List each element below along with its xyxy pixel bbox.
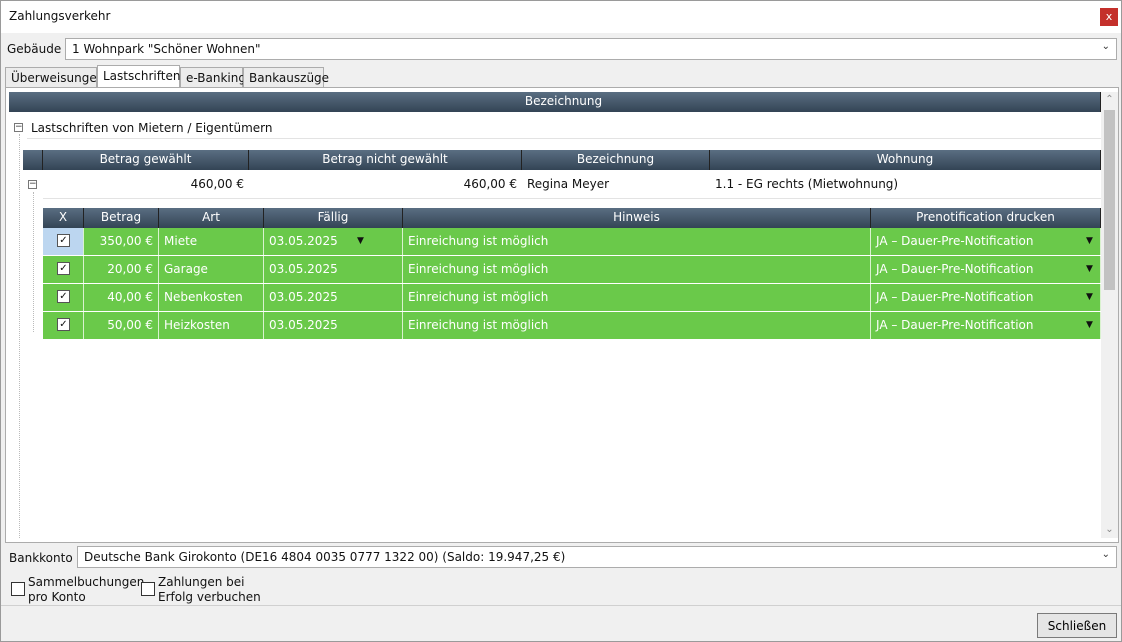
column-header-bezeichnung[interactable]: Bezeichnung [27,92,1101,112]
table-row[interactable]: ✓ 40,00 € Nebenkosten 03.05.2025 Einreic… [43,284,1101,312]
building-value: 1 Wohnpark "Schöner Wohnen" [72,42,261,56]
tenant-divider [43,198,1101,199]
column-header-due[interactable]: Fällig [264,208,403,228]
column-header-prenotification[interactable]: Prenotification drucken [871,208,1101,228]
select-checkbox[interactable]: ✓ [57,262,70,275]
column-header-amount[interactable]: Betrag [84,208,159,228]
chevron-down-icon: ⌄ [1101,549,1110,560]
note-cell[interactable]: Einreichung ist möglich [403,256,871,283]
tenant-name[interactable]: Regina Meyer [522,171,710,197]
tree-line [33,192,34,332]
due-cell[interactable]: 03.05.2025 [264,228,403,255]
building-label: Gebäude [7,42,62,56]
note-cell[interactable]: Einreichung ist möglich [403,284,871,311]
note-cell[interactable]: Einreichung ist möglich [403,228,871,255]
direct-debits-panel: Bezeichnung − Lastschriften von Mietern … [5,87,1119,543]
dropdown-arrow-icon[interactable]: ▼ [1086,284,1093,311]
type-cell[interactable]: Heizkosten [159,312,264,339]
tenant-unit[interactable]: 1.1 - EG rechts (Mietwohnung) [710,171,1101,197]
column-header-note[interactable]: Hinweis [403,208,871,228]
type-cell[interactable]: Garage [159,256,264,283]
tenant-grid-corner [23,150,43,170]
dropdown-arrow-icon[interactable]: ▼ [1086,312,1093,339]
tab-bank-statements[interactable]: Bankauszüge [243,67,329,88]
collective-booking-checkbox[interactable] [11,582,25,596]
chevron-down-icon: ⌄ [1101,41,1110,52]
close-window-button[interactable]: x [1100,8,1118,26]
tab-transfers[interactable]: Überweisungen [5,67,104,88]
type-cell[interactable]: Miete [159,228,264,255]
debits-grid: Bezeichnung − Lastschriften von Mietern … [9,92,1101,538]
tab-direct-debits[interactable]: Lastschriften [97,65,180,88]
tenant-selected-amount[interactable]: 460,00 € [43,171,249,197]
bank-account-select[interactable]: Deutsche Bank Girokonto (DE16 4804 0035 … [77,546,1117,568]
prenotification-cell[interactable]: JA – Dauer-Pre-Notification [871,284,1101,311]
due-cell[interactable]: 03.05.2025 [264,256,403,283]
tenant-unselected-amount[interactable]: 460,00 € [249,171,522,197]
amount-cell[interactable]: 350,00 € [84,228,159,255]
type-cell[interactable]: Nebenkosten [159,284,264,311]
close-button[interactable]: Schließen [1037,613,1117,638]
group-divider [27,138,1101,139]
tab-e-banking[interactable]: e-Banking [180,67,246,88]
column-header-unselected-amount[interactable]: Betrag nicht gewählt [249,150,522,170]
column-header-type[interactable]: Art [159,208,264,228]
due-cell[interactable]: 03.05.2025 [264,312,403,339]
scroll-up-icon[interactable]: ⌃ [1101,92,1118,108]
column-header-selected-amount[interactable]: Betrag gewählt [43,150,249,170]
select-checkbox[interactable]: ✓ [57,290,70,303]
payment-window: Zahlungsverkehr x Gebäude 1 Wohnpark "Sc… [0,0,1122,642]
amount-cell[interactable]: 40,00 € [84,284,159,311]
collective-booking-label-line2: pro Konto [28,590,86,604]
scroll-down-icon[interactable]: ⌄ [1101,522,1118,538]
tree-line [19,134,20,538]
prenotification-cell[interactable]: JA – Dauer-Pre-Notification [871,256,1101,283]
book-on-success-checkbox[interactable] [141,582,155,596]
prenotification-cell[interactable]: JA – Dauer-Pre-Notification [871,228,1101,255]
window-title: Zahlungsverkehr [9,9,111,23]
group-label: Lastschriften von Mietern / Eigentümern [31,121,273,135]
select-checkbox[interactable]: ✓ [57,318,70,331]
book-on-success-label-line1: Zahlungen bei [158,575,245,589]
dropdown-arrow-icon[interactable]: ▼ [357,228,364,255]
prenotification-cell[interactable]: JA – Dauer-Pre-Notification [871,312,1101,339]
vertical-scrollbar[interactable]: ⌃ ⌄ [1101,92,1118,538]
collective-booking-label-line1: Sammelbuchungen [28,575,145,589]
due-cell[interactable]: 03.05.2025 [264,284,403,311]
grid-corner [9,92,27,112]
building-select[interactable]: 1 Wohnpark "Schöner Wohnen" ⌄ [65,38,1117,60]
amount-cell[interactable]: 20,00 € [84,256,159,283]
amount-cell[interactable]: 50,00 € [84,312,159,339]
dropdown-arrow-icon[interactable]: ▼ [1086,228,1093,255]
column-header-unit[interactable]: Wohnung [710,150,1101,170]
scroll-thumb[interactable] [1104,110,1115,290]
column-header-name[interactable]: Bezeichnung [522,150,710,170]
bank-account-label: Bankkonto [9,551,73,565]
dropdown-arrow-icon[interactable]: ▼ [1086,256,1093,283]
note-cell[interactable]: Einreichung ist möglich [403,312,871,339]
book-on-success-label-line2: Erfolg verbuchen [158,590,261,604]
collapse-group-icon[interactable]: − [14,123,23,132]
table-row[interactable]: ✓ 350,00 € Miete 03.05.2025 ▼ Einreichun… [43,228,1101,256]
title-bar: Zahlungsverkehr x [1,1,1121,33]
footer-bar: Schließen [1,605,1121,641]
column-header-x[interactable]: X [43,208,84,228]
bank-account-value: Deutsche Bank Girokonto (DE16 4804 0035 … [84,550,566,564]
table-row[interactable]: ✓ 50,00 € Heizkosten 03.05.2025 Einreich… [43,312,1101,340]
collapse-tenant-icon[interactable]: − [28,180,37,189]
table-row[interactable]: ✓ 20,00 € Garage 03.05.2025 Einreichung … [43,256,1101,284]
select-checkbox[interactable]: ✓ [57,234,70,247]
